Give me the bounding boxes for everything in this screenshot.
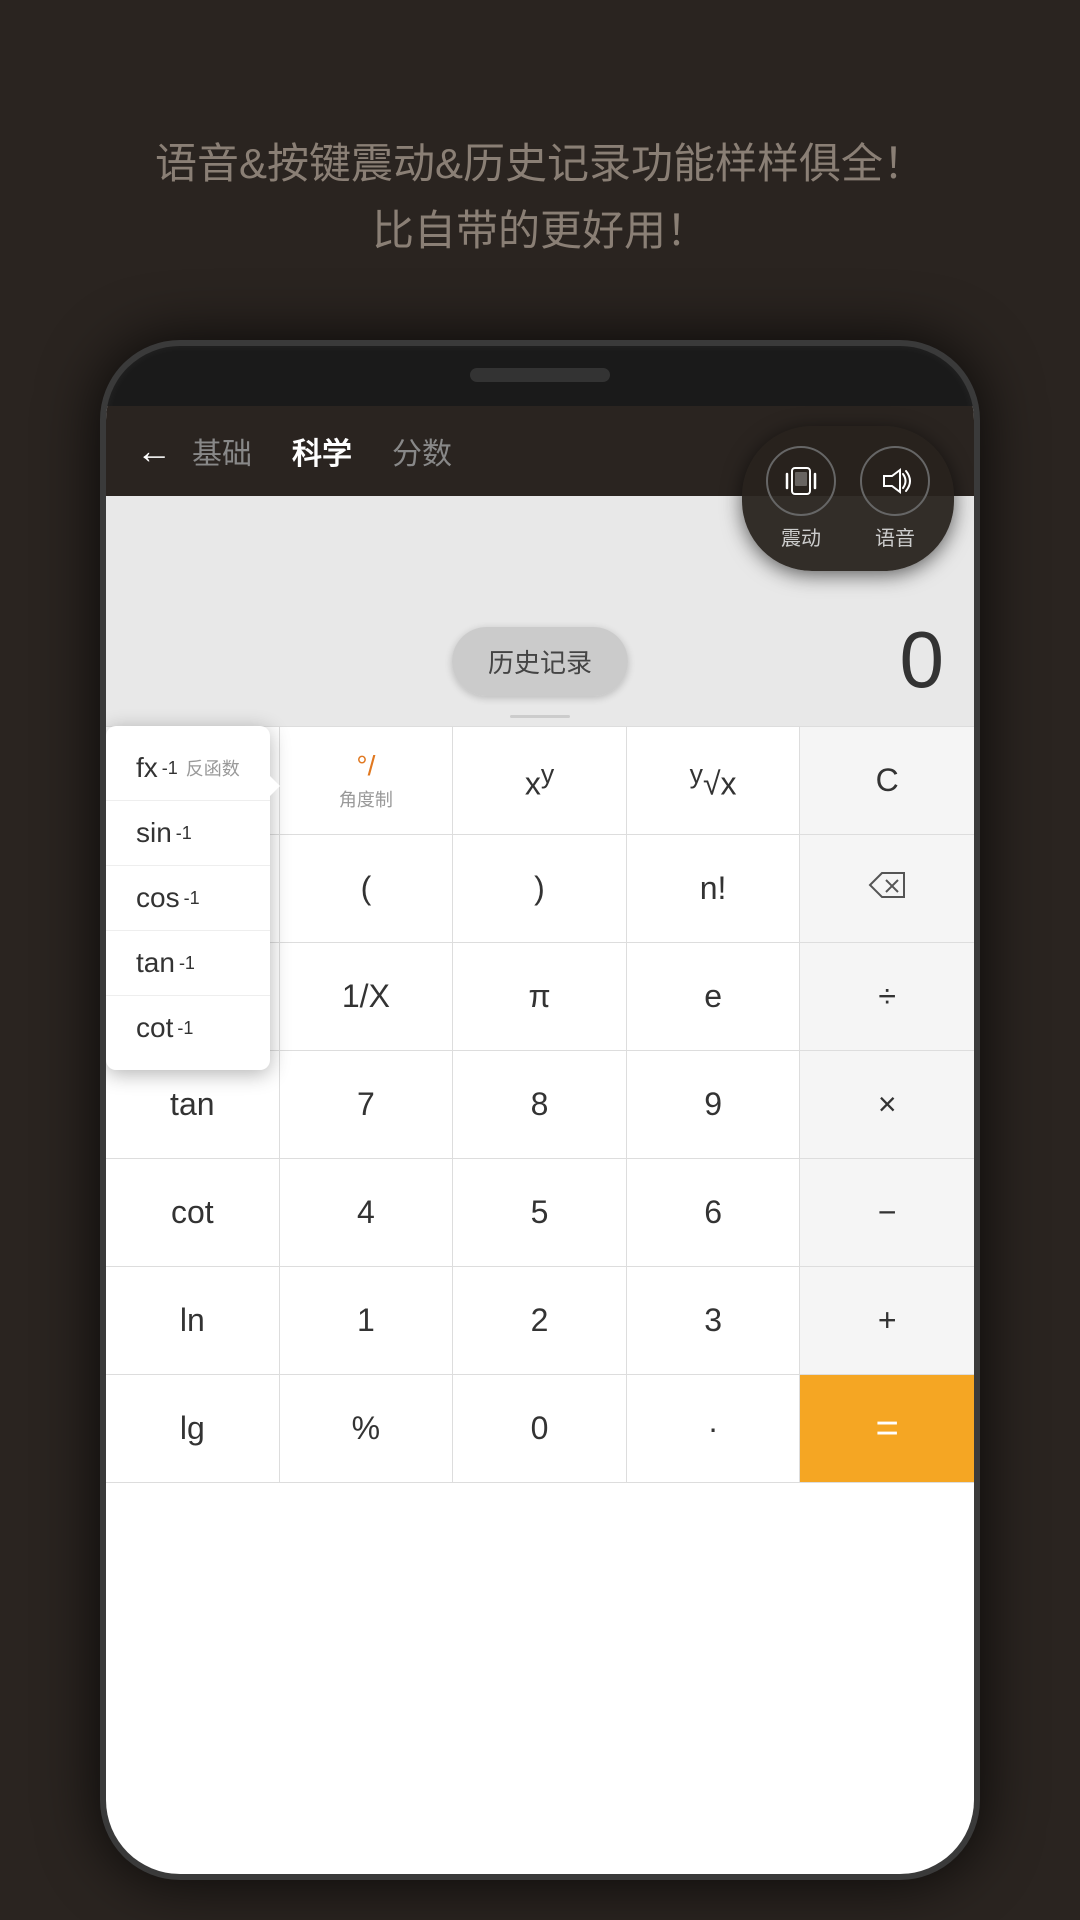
display-separator xyxy=(510,715,570,718)
key-5[interactable]: 5 xyxy=(453,1159,627,1267)
phone-wrapper: ← 基础 科学 分数 xyxy=(100,340,980,1880)
phone-screen: ← 基础 科学 分数 xyxy=(106,406,974,1874)
key-xpowy[interactable]: xy xyxy=(453,727,627,835)
phone-speaker xyxy=(470,368,610,382)
back-button[interactable]: ← xyxy=(136,430,172,472)
sound-button[interactable]: 语音 xyxy=(860,446,930,551)
key-2[interactable]: 2 xyxy=(453,1267,627,1375)
vibrate-label: 震动 xyxy=(781,522,821,551)
phone-frame: ← 基础 科学 分数 xyxy=(100,340,980,1880)
sound-icon xyxy=(860,446,930,516)
phone-side-btn-right xyxy=(974,546,980,626)
vibrate-button[interactable]: 震动 xyxy=(766,446,836,551)
tab-science[interactable]: 科学 xyxy=(292,429,352,473)
key-6[interactable]: 6 xyxy=(627,1159,801,1267)
key-multiply[interactable]: × xyxy=(800,1051,974,1159)
key-percent[interactable]: % xyxy=(280,1375,454,1483)
display-value: 0 xyxy=(900,614,945,706)
vibrate-icon xyxy=(766,446,836,516)
promo-line1: 语音&按键震动&历史记录功能样样俱全！ xyxy=(60,130,1020,197)
tab-basic[interactable]: 基础 xyxy=(192,429,252,473)
key-1[interactable]: 1 xyxy=(280,1267,454,1375)
nav-tabs: 基础 科学 分数 xyxy=(192,429,452,473)
key-divide[interactable]: ÷ xyxy=(800,943,974,1051)
promo-line2: 比自带的更好用！ xyxy=(60,197,1020,264)
keyboard: fx-1 反函数 sin-1 cos-1 tan-1 cot-1 xyxy=(106,726,974,1483)
key-yroot[interactable]: y√x xyxy=(627,727,801,835)
key-lparen[interactable]: ( xyxy=(280,835,454,943)
key-reciprocal[interactable]: 1/X xyxy=(280,943,454,1051)
trig-cot-inverse[interactable]: cot-1 xyxy=(106,996,270,1060)
key-dot[interactable]: · xyxy=(627,1375,801,1483)
nav-bar: ← 基础 科学 分数 xyxy=(106,406,974,496)
key-angle[interactable]: °/ 角度制 xyxy=(280,727,454,835)
history-button[interactable]: 历史记录 xyxy=(452,627,628,696)
key-ln[interactable]: ln xyxy=(106,1267,280,1375)
tab-fraction[interactable]: 分数 xyxy=(392,429,452,473)
trig-popup: fx-1 反函数 sin-1 cos-1 tan-1 cot-1 xyxy=(106,726,270,1070)
key-3[interactable]: 3 xyxy=(627,1267,801,1375)
key-subtract[interactable]: − xyxy=(800,1159,974,1267)
key-rparen[interactable]: ) xyxy=(453,835,627,943)
trig-sin-inverse[interactable]: sin-1 xyxy=(106,801,270,866)
sound-label: 语音 xyxy=(875,522,915,551)
key-pi[interactable]: π xyxy=(453,943,627,1051)
key-equals[interactable]: = xyxy=(800,1375,974,1483)
key-e[interactable]: e xyxy=(627,943,801,1051)
key-8[interactable]: 8 xyxy=(453,1051,627,1159)
key-add[interactable]: + xyxy=(800,1267,974,1375)
trig-fx-inverse[interactable]: fx-1 反函数 xyxy=(106,736,270,801)
key-cot[interactable]: cot xyxy=(106,1159,280,1267)
key-factorial[interactable]: n! xyxy=(627,835,801,943)
key-0[interactable]: 0 xyxy=(453,1375,627,1483)
trig-cos-inverse[interactable]: cos-1 xyxy=(106,866,270,931)
key-4[interactable]: 4 xyxy=(280,1159,454,1267)
key-lg[interactable]: lg xyxy=(106,1375,280,1483)
key-clear[interactable]: C xyxy=(800,727,974,835)
key-9[interactable]: 9 xyxy=(627,1051,801,1159)
float-buttons: 震动 语音 xyxy=(742,426,954,571)
key-7[interactable]: 7 xyxy=(280,1051,454,1159)
key-backspace[interactable] xyxy=(800,835,974,943)
trig-tan-inverse[interactable]: tan-1 xyxy=(106,931,270,996)
promo-text: 语音&按键震动&历史记录功能样样俱全！ 比自带的更好用！ xyxy=(0,130,1080,264)
